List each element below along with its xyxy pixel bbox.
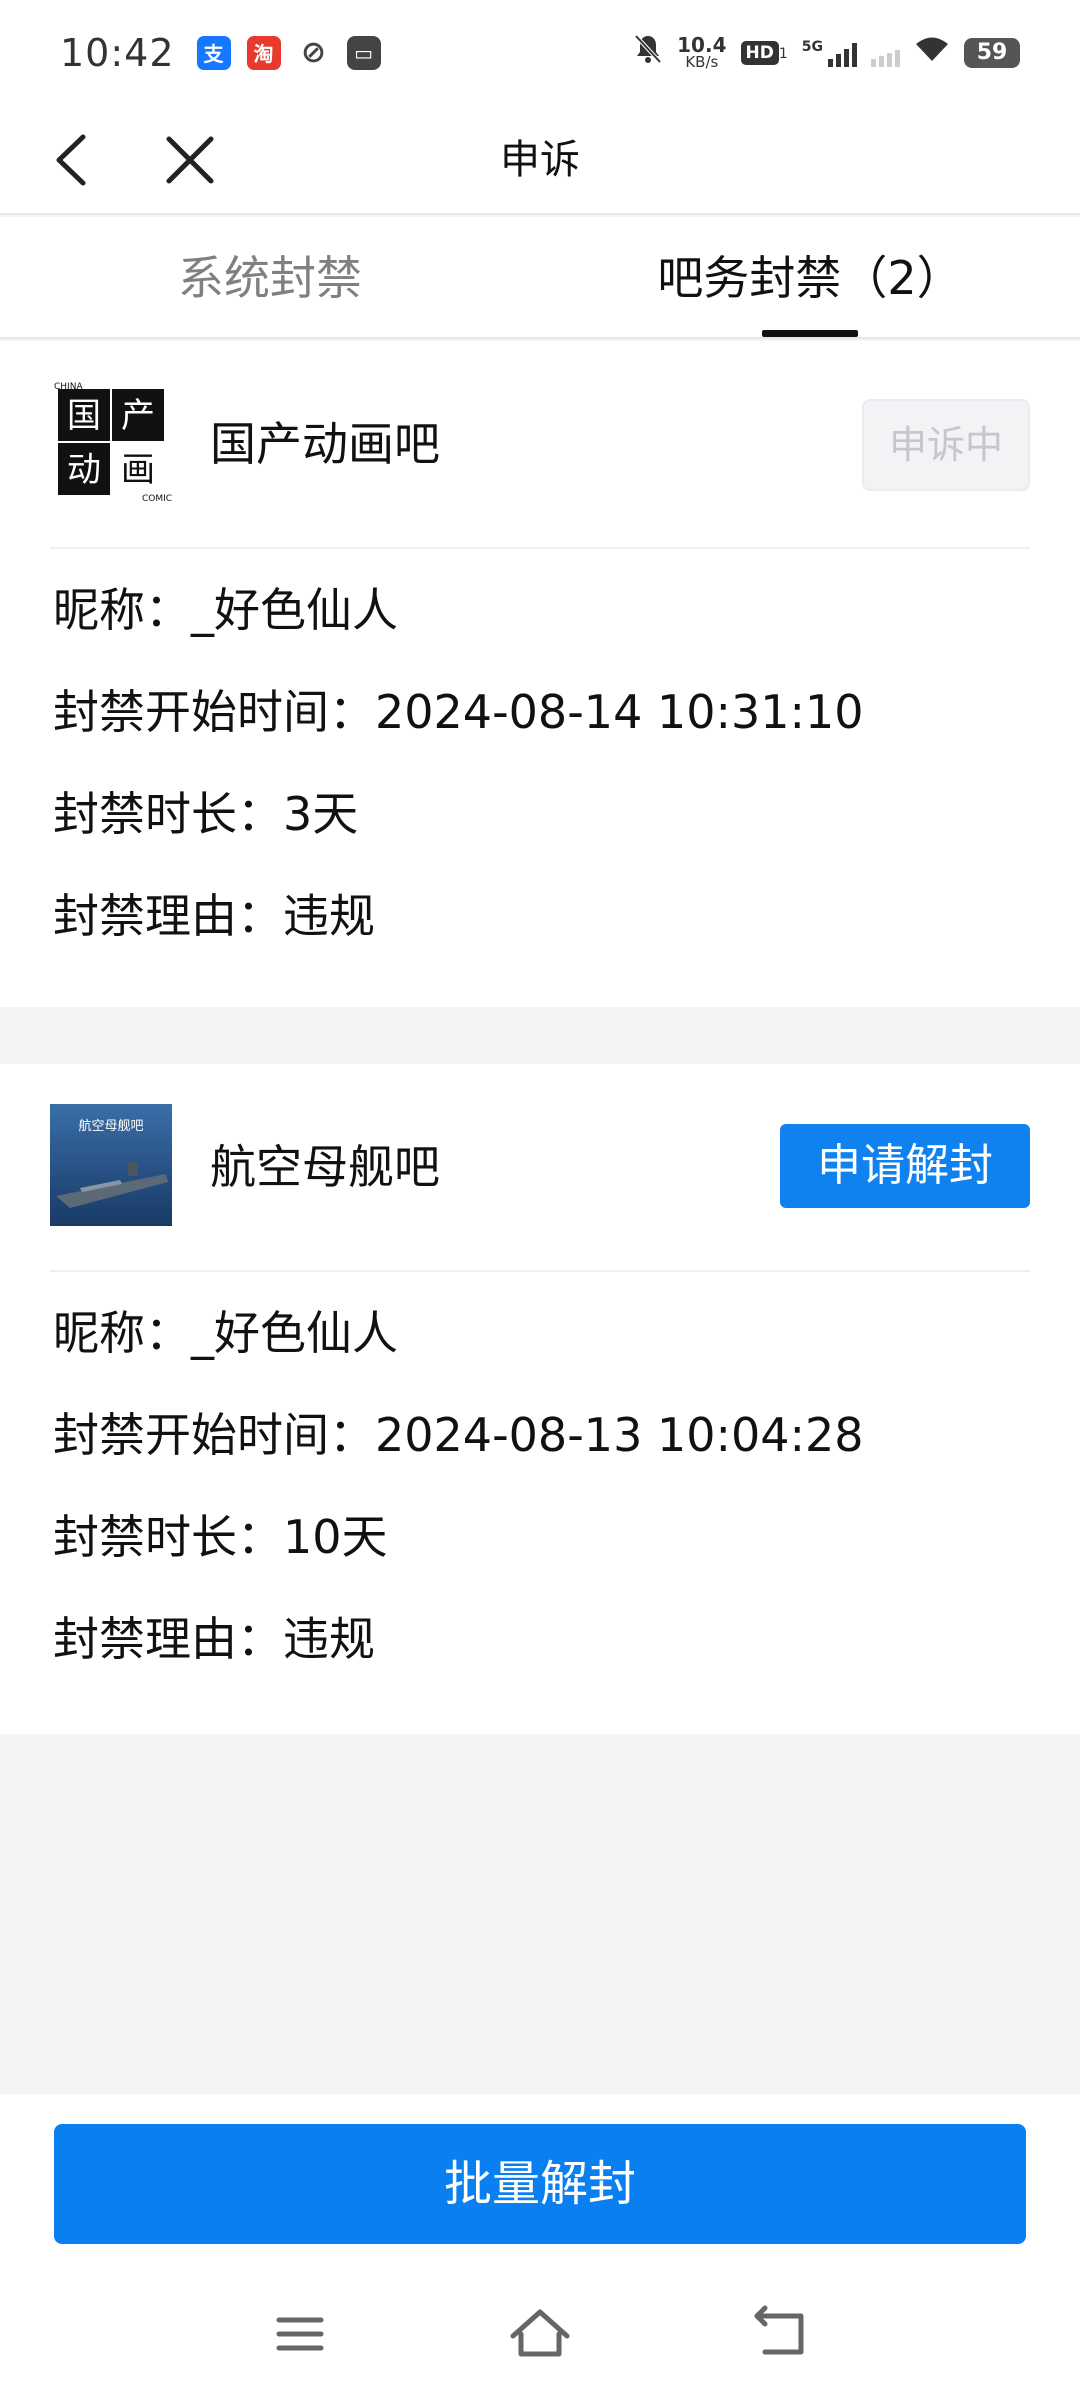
status-bar: 10:42 支 淘 ⊘ ▭ 10.4 KB/s HD 1 5G 59: [0, 0, 1080, 105]
nickname-text: 昵称：_好色仙人: [53, 583, 398, 637]
nickname-text: 昵称：_好色仙人: [53, 1306, 398, 1360]
avatar-char: 动: [67, 450, 101, 490]
tab-system-ban[interactable]: 系统封禁: [0, 217, 540, 337]
appealing-status-button: 申诉中: [862, 399, 1030, 491]
avatar-char: 国: [67, 396, 101, 436]
ban-card-header: 国 产 动 画 CHINA COMIC 国产动画吧 申诉中: [0, 341, 1080, 547]
hd-voice-indicator: HD 1: [740, 40, 788, 65]
avatar-caption: 航空母舰吧: [78, 1118, 143, 1134]
status-indicators: 10.4 KB/s HD 1 5G 59: [633, 33, 1020, 73]
forum-avatar-aircraft-carrier[interactable]: 航空母舰吧: [50, 1104, 172, 1226]
home-button[interactable]: [495, 2294, 585, 2374]
batch-unban-button[interactable]: 批量解封: [54, 2124, 1026, 2244]
tab-bar: 系统封禁 吧务封禁（2）: [0, 217, 1080, 339]
ban-start-time-text: 封禁开始时间：2024-08-14 10:31:10: [53, 685, 864, 739]
ban-card: 航空母舰吧 航空母舰吧 申请解封 昵称：_好色仙人 封禁开始时间：2024-08…: [0, 1064, 1080, 1734]
chevron-left-icon: [56, 134, 86, 186]
divider: [50, 1270, 1030, 1272]
wifi-icon: [914, 35, 950, 71]
alipay-icon: 支: [196, 35, 231, 70]
home-icon: [510, 2309, 570, 2357]
ban-info: 昵称：_好色仙人 封禁开始时间：2024-08-13 10:04:28 封禁时长…: [53, 1310, 864, 1718]
mute-bell-icon: [633, 33, 663, 73]
battery-icon: 59: [964, 37, 1020, 68]
ban-duration-text: 封禁时长：3天: [53, 787, 359, 841]
forum-avatar-guochan[interactable]: 国 产 动 画 CHINA COMIC: [50, 381, 172, 503]
cellular-signal-icon: 5G: [802, 39, 857, 67]
system-navigation-bar: [0, 2294, 1080, 2374]
divider: [50, 547, 1030, 549]
message-box-icon: ▭: [346, 35, 381, 70]
close-icon: [166, 136, 214, 184]
tab-forum-ban[interactable]: 吧务封禁（2）: [540, 217, 1080, 337]
menu-button[interactable]: [255, 2294, 345, 2374]
avatar-caption: CHINA: [54, 382, 83, 392]
menu-icon: [276, 2317, 324, 2351]
ban-reason-text: 封禁理由：违规: [53, 1612, 375, 1666]
back-arrow-icon: [754, 2305, 804, 2355]
back-button[interactable]: [45, 125, 115, 195]
ban-start-time-text: 封禁开始时间：2024-08-13 10:04:28: [53, 1408, 864, 1462]
status-time: 10:42: [60, 30, 175, 75]
ban-reason-text: 封禁理由：违规: [53, 889, 375, 943]
network-speed: 10.4 KB/s: [677, 33, 727, 71]
bottom-bar: 批量解封: [0, 2094, 1080, 2400]
close-button[interactable]: [155, 125, 225, 195]
notification-icons: 支 淘 ⊘ ▭: [196, 35, 381, 70]
top-nav-bar: 申诉: [0, 105, 1080, 215]
appeal-page: 10:42 支 淘 ⊘ ▭ 10.4 KB/s HD 1 5G 59 申诉 系统…: [0, 0, 1080, 2400]
shopping-app-icon: 淘: [246, 35, 281, 70]
avatar-char: 产: [121, 396, 155, 436]
avatar-char: 画: [121, 450, 155, 490]
ban-card-header: 航空母舰吧 航空母舰吧 申请解封: [0, 1064, 1080, 1270]
leaf-app-icon: ⊘: [300, 35, 327, 70]
back-nav-button[interactable]: [735, 2294, 825, 2374]
forum-name[interactable]: 国产动画吧: [210, 341, 440, 547]
ban-card: 国 产 动 画 CHINA COMIC 国产动画吧 申诉中 昵称：_好色仙人 封…: [0, 341, 1080, 1007]
request-unban-button[interactable]: 申请解封: [780, 1124, 1030, 1208]
secondary-signal-icon: [871, 39, 900, 67]
avatar-caption: COMIC: [142, 494, 172, 503]
ban-duration-text: 封禁时长：10天: [53, 1510, 388, 1564]
ban-info: 昵称：_好色仙人 封禁开始时间：2024-08-14 10:31:10 封禁时长…: [53, 587, 864, 995]
forum-name[interactable]: 航空母舰吧: [210, 1064, 440, 1270]
